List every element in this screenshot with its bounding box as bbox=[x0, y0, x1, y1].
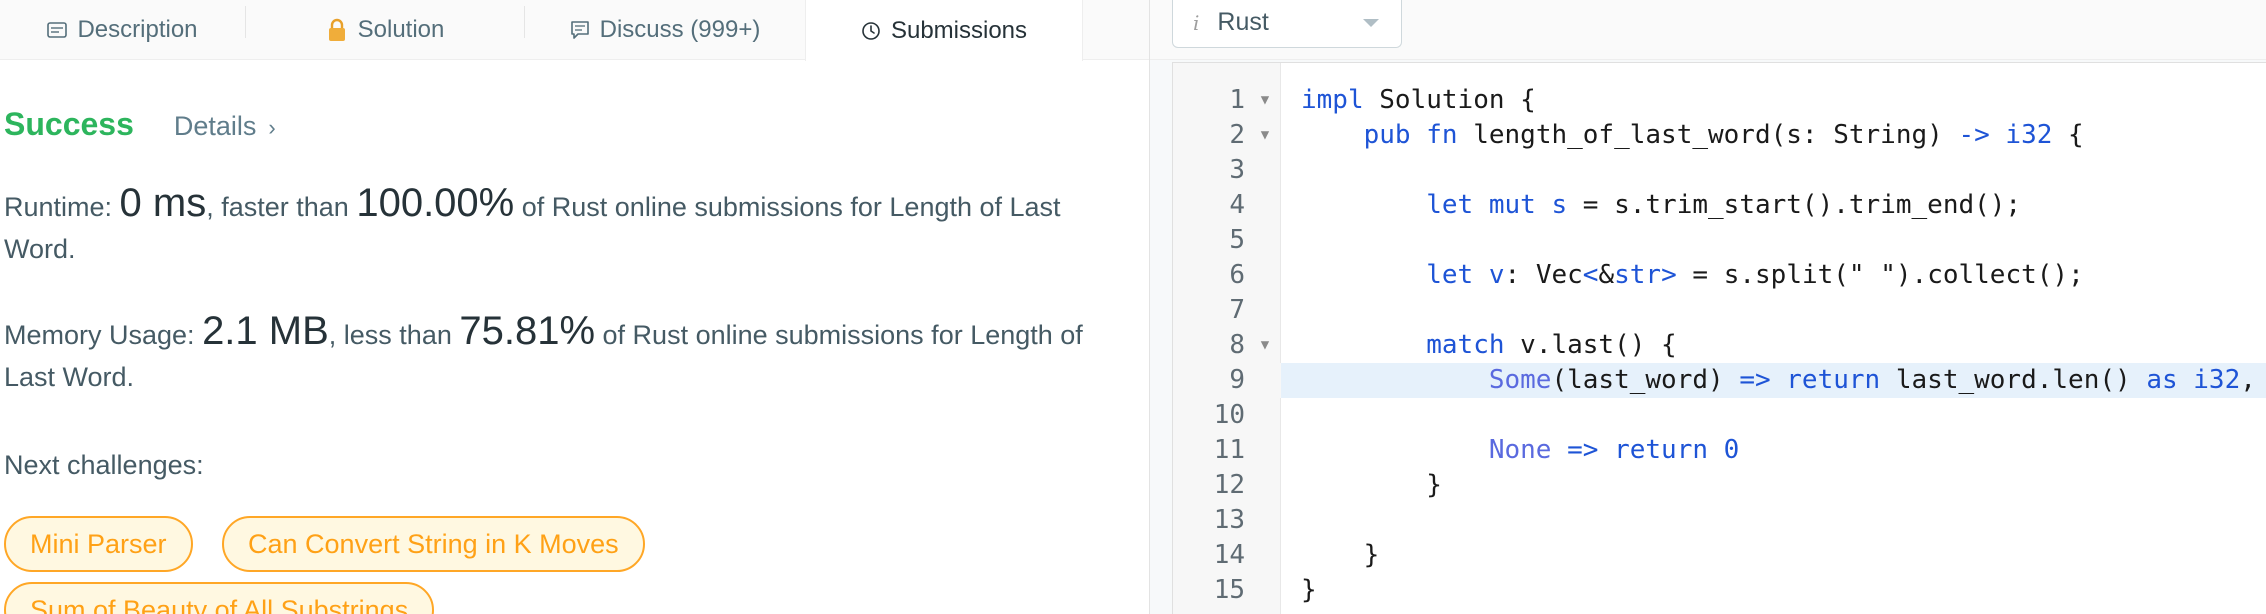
line-number: 13 bbox=[1213, 505, 1245, 535]
code-line: 5 bbox=[1173, 223, 2266, 258]
code-line-active: 9 Some(last_word) => return last_word.le… bbox=[1173, 363, 2266, 398]
tab-solution-label: Solution bbox=[357, 16, 445, 43]
code-line: 8 ▼ match v.last() { bbox=[1173, 328, 2266, 363]
runtime-value: 0 ms bbox=[119, 181, 207, 225]
line-number: 12 bbox=[1213, 470, 1245, 500]
fold-arrow-icon[interactable]: ▼ bbox=[1255, 328, 1275, 363]
code-line: 14 } bbox=[1173, 538, 2266, 573]
next-challenges-label: Next challenges: bbox=[4, 450, 204, 480]
challenge-chip-mini-parser[interactable]: Mini Parser bbox=[4, 516, 193, 572]
code-line: 1 ▼ impl Solution { bbox=[1173, 83, 2266, 118]
editor-toolbar: i Rust bbox=[1150, 0, 2266, 60]
runtime-mid: , faster than bbox=[206, 192, 357, 222]
challenge-chip-can-convert-string[interactable]: Can Convert String in K Moves bbox=[222, 516, 645, 572]
code-text: } bbox=[1301, 470, 1442, 500]
memory-mid: , less than bbox=[328, 320, 460, 350]
language-select[interactable]: i Rust bbox=[1172, 0, 1402, 48]
code-text: } bbox=[1301, 575, 1317, 605]
line-number: 9 bbox=[1173, 363, 1281, 398]
code-text: pub fn length_of_last_word(s: String) ->… bbox=[1363, 120, 2084, 150]
line-number: 7 bbox=[1229, 295, 1245, 325]
line-number: 4 bbox=[1229, 190, 1245, 220]
details-link[interactable]: Details › bbox=[174, 111, 276, 142]
line-number: 3 bbox=[1229, 155, 1245, 185]
line-number: 14 bbox=[1213, 540, 1245, 570]
memory-label: Memory Usage: bbox=[4, 320, 203, 350]
memory-percent: 75.81% bbox=[459, 309, 596, 353]
code-text: Some(last_word) => return last_word.len(… bbox=[1488, 365, 2256, 395]
code-text: let mut s = s.trim_start().trim_end(); bbox=[1426, 190, 2022, 220]
chevron-down-icon bbox=[1363, 19, 1379, 27]
tab-discuss-label: Discuss (999+) bbox=[599, 16, 761, 43]
line-number: 6 bbox=[1229, 260, 1245, 290]
status-success: Success bbox=[4, 106, 134, 142]
code-editor[interactable]: 1 ▼ impl Solution { 2 ▼ pub fn length_of… bbox=[1172, 62, 2266, 614]
info-icon: i bbox=[1193, 10, 1200, 35]
fold-arrow-icon[interactable]: ▼ bbox=[1255, 83, 1275, 118]
tab-solution[interactable]: Solution bbox=[246, 0, 524, 60]
description-icon bbox=[47, 21, 68, 39]
discuss-icon bbox=[570, 20, 590, 40]
code-line: 2 ▼ pub fn length_of_last_word(s: String… bbox=[1173, 118, 2266, 153]
language-value: Rust bbox=[1217, 8, 1269, 36]
chevron-right-icon: › bbox=[268, 115, 276, 140]
details-label: Details bbox=[173, 111, 257, 141]
runtime-label: Runtime: bbox=[4, 192, 120, 222]
code-line: 12 } bbox=[1173, 468, 2266, 503]
line-number: 15 bbox=[1213, 575, 1245, 605]
challenge-chip-sum-of-beauty[interactable]: Sum of Beauty of All Substrings bbox=[4, 582, 435, 614]
editor-panel: i Rust 1 ▼ impl Solution { 2 ▼ pub fn le… bbox=[1150, 0, 2266, 614]
fold-arrow-icon[interactable]: ▼ bbox=[1255, 118, 1275, 153]
runtime-percent: 100.00% bbox=[356, 181, 515, 225]
code-line: 11 None => return 0 bbox=[1173, 433, 2266, 468]
result-panel: Description Solution Discuss (999+) Subm… bbox=[0, 0, 1150, 614]
code-text: match v.last() { bbox=[1426, 330, 1677, 360]
line-number: 11 bbox=[1213, 435, 1245, 465]
code-text: } bbox=[1301, 540, 1380, 570]
lock-icon bbox=[326, 18, 348, 42]
tab-description-label: Description bbox=[77, 16, 198, 43]
code-text: let v: Vec<&str> = s.split(" ").collect(… bbox=[1426, 260, 2084, 290]
tab-submissions-label: Submissions bbox=[890, 16, 1028, 44]
code-text: None => return 0 bbox=[1488, 435, 1740, 465]
tab-description[interactable]: Description bbox=[0, 0, 245, 60]
code-text: impl Solution { bbox=[1301, 85, 1536, 115]
code-line: 4 let mut s = s.trim_start().trim_end(); bbox=[1173, 188, 2266, 223]
code-line: 13 bbox=[1173, 503, 2266, 538]
memory-stat: Memory Usage: 2.1 MB, less than 75.81% o… bbox=[4, 310, 1124, 398]
result-header: Success Details › bbox=[4, 106, 276, 143]
clock-icon bbox=[861, 21, 881, 41]
code-line: 3 bbox=[1173, 153, 2266, 188]
code-line: 10 bbox=[1173, 398, 2266, 433]
tab-discuss[interactable]: Discuss (999+) bbox=[525, 0, 805, 60]
line-number: 5 bbox=[1229, 225, 1245, 255]
code-line: 6 let v: Vec<&str> = s.split(" ").collec… bbox=[1173, 258, 2266, 293]
line-number: 10 bbox=[1213, 400, 1245, 430]
runtime-stat: Runtime: 0 ms, faster than 100.00% of Ru… bbox=[4, 182, 1124, 270]
code-line: 15 } bbox=[1173, 573, 2266, 608]
tab-submissions[interactable]: Submissions bbox=[805, 0, 1083, 61]
code-line: 7 bbox=[1173, 293, 2266, 328]
memory-value: 2.1 MB bbox=[202, 309, 329, 353]
tab-bar: Description Solution Discuss (999+) Subm… bbox=[0, 0, 1149, 61]
